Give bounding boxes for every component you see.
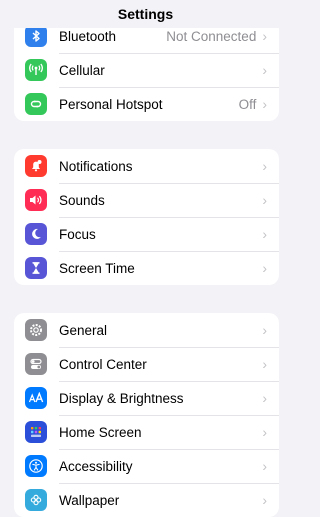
chevron-right-icon: › [262,322,267,338]
alerts-group: Notifications › Sounds › Focus › Screen … [14,149,279,285]
row-label: Screen Time [59,260,135,276]
chevron-right-icon: › [262,158,267,174]
settings-row-sounds[interactable]: Sounds › [14,183,279,217]
row-label: Notifications [59,158,133,174]
moon-icon [25,223,47,245]
chevron-right-icon: › [262,492,267,508]
row-label: Personal Hotspot [59,96,163,112]
connectivity-group: Bluetooth Not Connected › Cellular › Per… [14,19,279,121]
app-grid-icon [25,421,47,443]
chevron-right-icon: › [262,458,267,474]
row-value: Not Connected [166,28,257,44]
row-label: Cellular [59,62,105,78]
row-label: Focus [59,226,96,242]
accessibility-icon [25,455,47,477]
antenna-icon [25,59,47,81]
chevron-right-icon: › [262,62,267,78]
row-label: General [59,322,108,338]
chevron-right-icon: › [262,192,267,208]
chevron-right-icon: › [262,260,267,276]
row-label: Control Center [59,356,147,372]
settings-row-notifications[interactable]: Notifications › [14,149,279,183]
row-label: Accessibility [59,458,133,474]
link-icon [25,93,47,115]
settings-row-personal-hotspot[interactable]: Personal Hotspot Off › [14,87,279,121]
gear-icon [25,319,47,341]
settings-row-control-center[interactable]: Control Center › [14,347,279,381]
settings-row-screen-time[interactable]: Screen Time › [14,251,279,285]
row-label: Bluetooth [59,28,117,44]
chevron-right-icon: › [262,424,267,440]
row-label: Home Screen [59,424,142,440]
chevron-right-icon: › [262,390,267,406]
bluetooth-icon [25,25,47,47]
row-value: Off [238,96,257,112]
settings-row-home-screen[interactable]: Home Screen › [14,415,279,449]
hourglass-icon [25,257,47,279]
settings-row-cellular[interactable]: Cellular › [14,53,279,87]
flower-icon [25,489,47,511]
settings-row-accessibility[interactable]: Accessibility › [14,449,279,483]
text-size-icon [25,387,47,409]
settings-row-general[interactable]: General › [14,313,279,347]
page-title: Settings [0,0,291,28]
row-label: Display & Brightness [59,390,184,406]
chevron-right-icon: › [262,28,267,44]
settings-row-wallpaper[interactable]: Wallpaper › [14,483,279,517]
chevron-right-icon: › [262,356,267,372]
row-label: Wallpaper [59,492,120,508]
bell-icon [25,155,47,177]
general-group: General › Control Center › Display & Bri… [14,313,279,517]
toggles-icon [25,353,47,375]
settings-row-focus[interactable]: Focus › [14,217,279,251]
chevron-right-icon: › [262,226,267,242]
speaker-icon [25,189,47,211]
row-label: Sounds [59,192,105,208]
settings-row-display-brightness[interactable]: Display & Brightness › [14,381,279,415]
chevron-right-icon: › [262,96,267,112]
